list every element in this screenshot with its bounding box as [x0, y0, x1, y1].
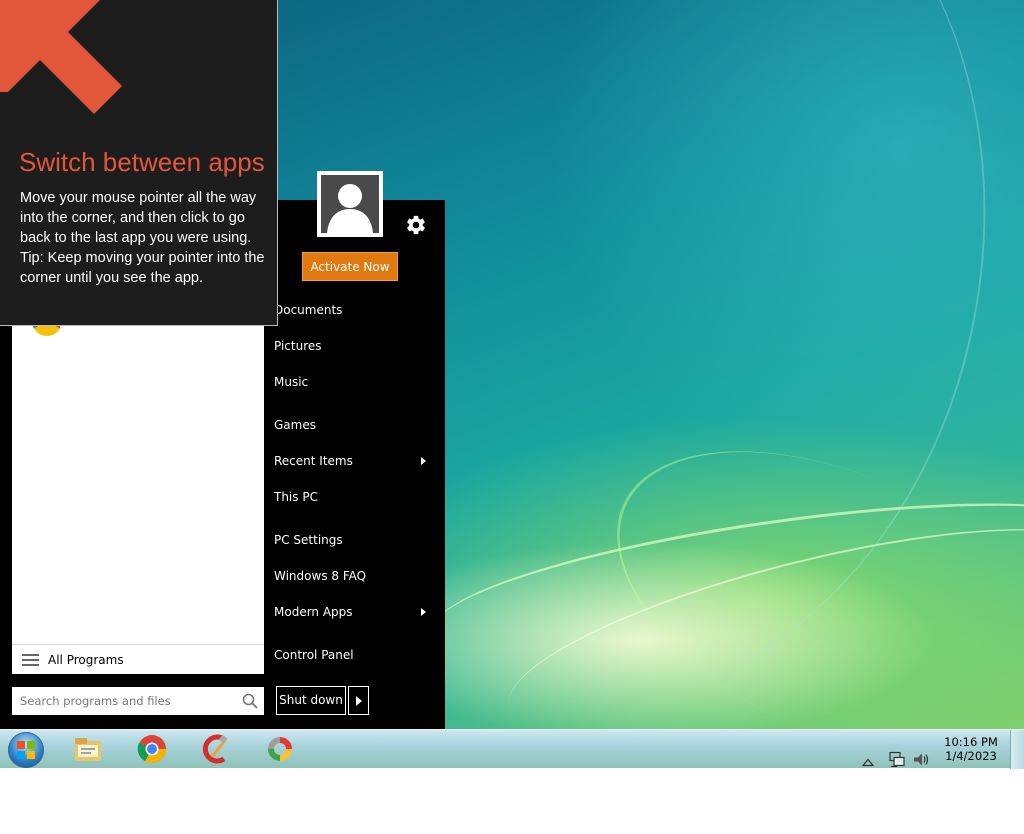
- all-programs-button[interactable]: All Programs: [12, 644, 264, 674]
- windows-logo-icon: [17, 741, 35, 759]
- menu-item-games[interactable]: Games: [264, 411, 434, 439]
- menu-item-label: Modern Apps: [274, 605, 353, 619]
- clock[interactable]: 10:16 PM 1/4/2023: [940, 735, 1002, 763]
- all-programs-label: All Programs: [48, 653, 124, 667]
- menu-item-label: Music: [274, 375, 309, 389]
- tip-overlay: Switch between apps Move your mouse poin…: [0, 0, 278, 326]
- file-explorer-icon[interactable]: [72, 733, 104, 765]
- shut-down-options-button[interactable]: [348, 686, 369, 715]
- menu-item-documents[interactable]: Documents: [264, 296, 434, 324]
- menu-item-windows-8-faq[interactable]: Windows 8 FAQ: [264, 562, 434, 590]
- tip-hint: Tip: Keep moving your pointer into the c…: [20, 250, 265, 286]
- menu-item-pictures[interactable]: Pictures: [264, 332, 434, 360]
- chrome-icon[interactable]: [136, 733, 168, 765]
- activate-now-button[interactable]: Activate Now: [302, 252, 398, 281]
- menu-item-label: Control Panel: [274, 648, 354, 662]
- shut-down-button[interactable]: Shut down: [276, 686, 346, 715]
- menu-item-control-panel[interactable]: Control Panel: [264, 641, 434, 669]
- user-avatar[interactable]: [317, 171, 383, 237]
- menu-item-this-pc[interactable]: This PC: [264, 483, 434, 511]
- menu-item-label: Windows 8 FAQ: [274, 569, 367, 583]
- search-box: [12, 687, 264, 715]
- menu-item-label: Documents: [274, 303, 343, 317]
- menu-item-label: Games: [274, 418, 316, 432]
- search-input[interactable]: [12, 687, 240, 715]
- taskbar: 10:16 PM 1/4/2023: [0, 729, 1024, 769]
- tip-body: Move your mouse pointer all the way into…: [20, 188, 268, 288]
- clock-date: 1/4/2023: [945, 749, 997, 763]
- ccleaner-icon[interactable]: [200, 733, 232, 765]
- show-desktop-button[interactable]: [1010, 730, 1024, 769]
- menu-item-music[interactable]: Music: [264, 368, 434, 396]
- menu-item-recent-items[interactable]: Recent Items: [264, 447, 434, 475]
- tip-description: Move your mouse pointer all the way into…: [20, 190, 257, 246]
- volume-icon[interactable]: [912, 740, 930, 779]
- menu-item-label: Pictures: [274, 339, 322, 353]
- hamburger-icon: [22, 654, 39, 669]
- start-button[interactable]: [8, 732, 44, 768]
- gear-icon[interactable]: [405, 214, 427, 236]
- menu-item-label: Recent Items: [274, 454, 353, 468]
- show-hidden-icons-icon[interactable]: [862, 743, 874, 782]
- submenu-arrow-icon: [421, 457, 426, 465]
- user-icon: [327, 184, 373, 233]
- menu-item-pc-settings[interactable]: PC Settings: [264, 526, 434, 554]
- network-icon[interactable]: [888, 740, 906, 779]
- menu-item-modern-apps[interactable]: Modern Apps: [264, 598, 434, 626]
- submenu-arrow-icon: [421, 608, 426, 616]
- app-icon[interactable]: [264, 733, 296, 765]
- menu-item-label: This PC: [274, 490, 318, 504]
- corner-arrow-icon: [0, 0, 122, 114]
- search-icon[interactable]: [242, 693, 258, 709]
- chevron-right-icon: [356, 696, 362, 706]
- menu-item-label: PC Settings: [274, 533, 343, 547]
- clock-time: 10:16 PM: [944, 735, 998, 749]
- tip-title: Switch between apps: [19, 147, 265, 177]
